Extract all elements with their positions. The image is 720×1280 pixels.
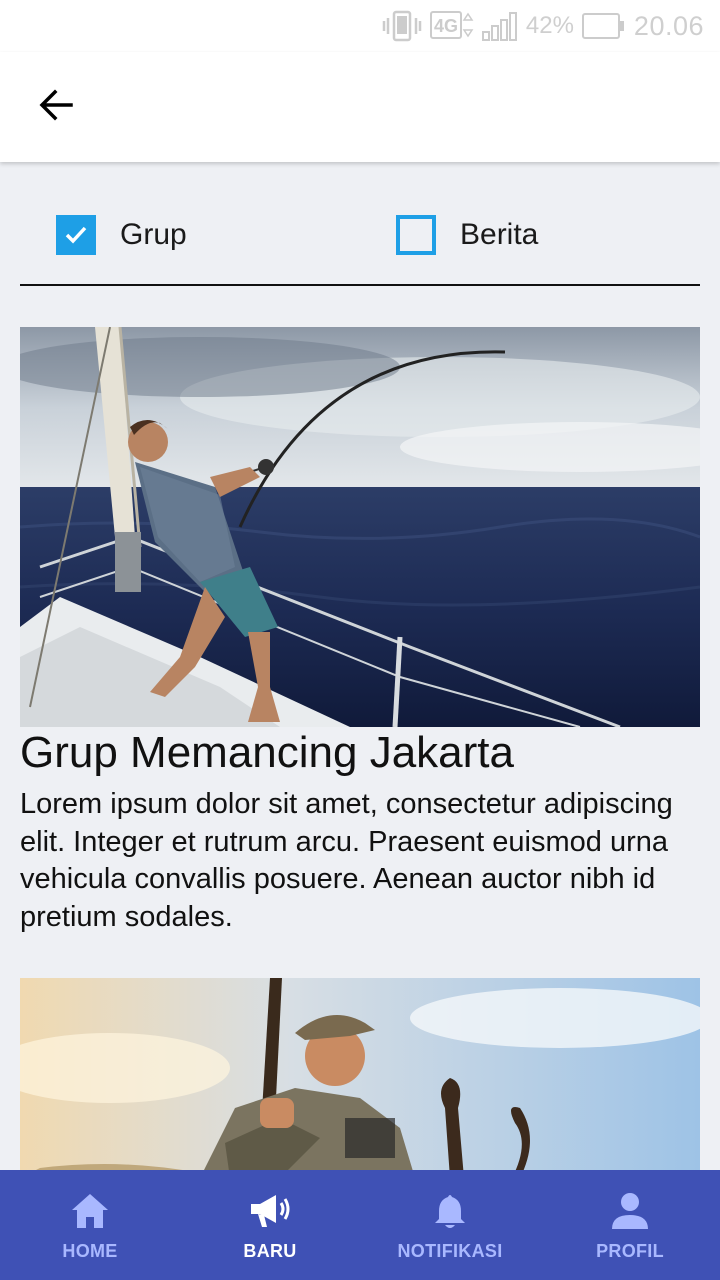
card-image-fishing[interactable] [20,327,700,727]
berita-checkbox[interactable] [396,215,436,255]
network-type-label: 4G [434,16,458,36]
back-button[interactable] [36,87,76,127]
nav-profil-label: PROFIL [596,1240,664,1261]
nav-home-label: HOME [62,1240,118,1261]
status-time: 20.06 [633,10,704,41]
status-bar: 4G 42% 20.06 [0,0,720,52]
grup-checkbox[interactable] [56,215,96,255]
filter-berita[interactable]: Berita [396,215,538,255]
grup-label: Grup [120,218,187,251]
nav-profil[interactable]: PROFIL [540,1170,720,1280]
card-description: Lorem ipsum dolor sit amet, consectetur … [20,788,673,933]
bell-icon [428,1189,472,1233]
nav-notifikasi[interactable]: NOTIFIKASI [360,1170,540,1280]
battery-percentage: 42% [525,12,574,39]
nav-notifikasi-label: NOTIFIKASI [397,1240,503,1261]
network-4g-icon: 4G [429,10,474,42]
battery-icon [581,10,626,42]
megaphone-icon [248,1189,292,1233]
bottom-navigation: HOME BARU NOTIFIKASI PROFIL [0,1170,720,1280]
home-icon [68,1189,112,1233]
nav-baru[interactable]: BARU [180,1170,360,1280]
nav-home[interactable]: HOME [0,1170,180,1280]
vibrate-icon [382,10,422,42]
berita-label: Berita [460,218,539,251]
nav-baru-label: BARU [243,1240,297,1261]
signal-icon [481,10,518,42]
card-image-hunting[interactable] [20,978,700,1178]
check-icon [65,226,87,244]
filter-row: Grup Berita [20,186,700,286]
filter-grup[interactable]: Grup [56,215,187,255]
person-icon [608,1189,652,1233]
card-title[interactable]: Grup Memancing Jakarta [20,728,514,778]
arrow-left-icon [38,87,74,128]
app-bar [0,52,720,162]
